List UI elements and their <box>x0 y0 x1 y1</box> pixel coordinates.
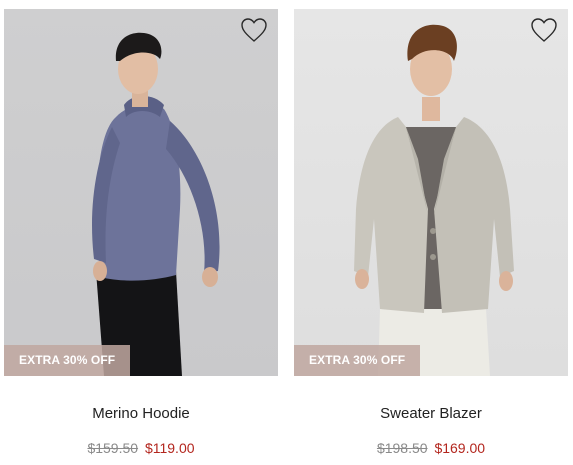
heart-outline-icon <box>530 17 558 43</box>
sale-price: $119.00 <box>144 440 195 456</box>
original-price: $159.50 <box>87 440 139 456</box>
product-card[interactable]: EXTRA 30% OFF Sweater Blazer $198.50 $16… <box>294 9 568 456</box>
product-card[interactable]: EXTRA 30% OFF Merino Hoodie $159.50 $119… <box>4 9 278 456</box>
wishlist-button[interactable] <box>240 17 268 43</box>
product-image[interactable]: EXTRA 30% OFF <box>4 9 278 376</box>
original-price: $198.50 <box>376 440 428 456</box>
heart-outline-icon <box>240 17 268 43</box>
discount-badge: EXTRA 30% OFF <box>294 345 421 376</box>
product-photo <box>354 24 514 376</box>
product-price: $198.50 $169.00 <box>294 440 568 456</box>
product-name[interactable]: Sweater Blazer <box>294 405 568 422</box>
product-name[interactable]: Merino Hoodie <box>4 405 278 422</box>
product-grid: EXTRA 30% OFF Merino Hoodie $159.50 $119… <box>0 0 573 465</box>
product-image[interactable]: EXTRA 30% OFF <box>294 9 568 376</box>
discount-badge: EXTRA 30% OFF <box>4 345 131 376</box>
sale-price: $169.00 <box>434 440 486 456</box>
wishlist-button[interactable] <box>530 17 558 43</box>
product-price: $159.50 $119.00 <box>4 440 278 456</box>
product-photo <box>92 32 220 376</box>
